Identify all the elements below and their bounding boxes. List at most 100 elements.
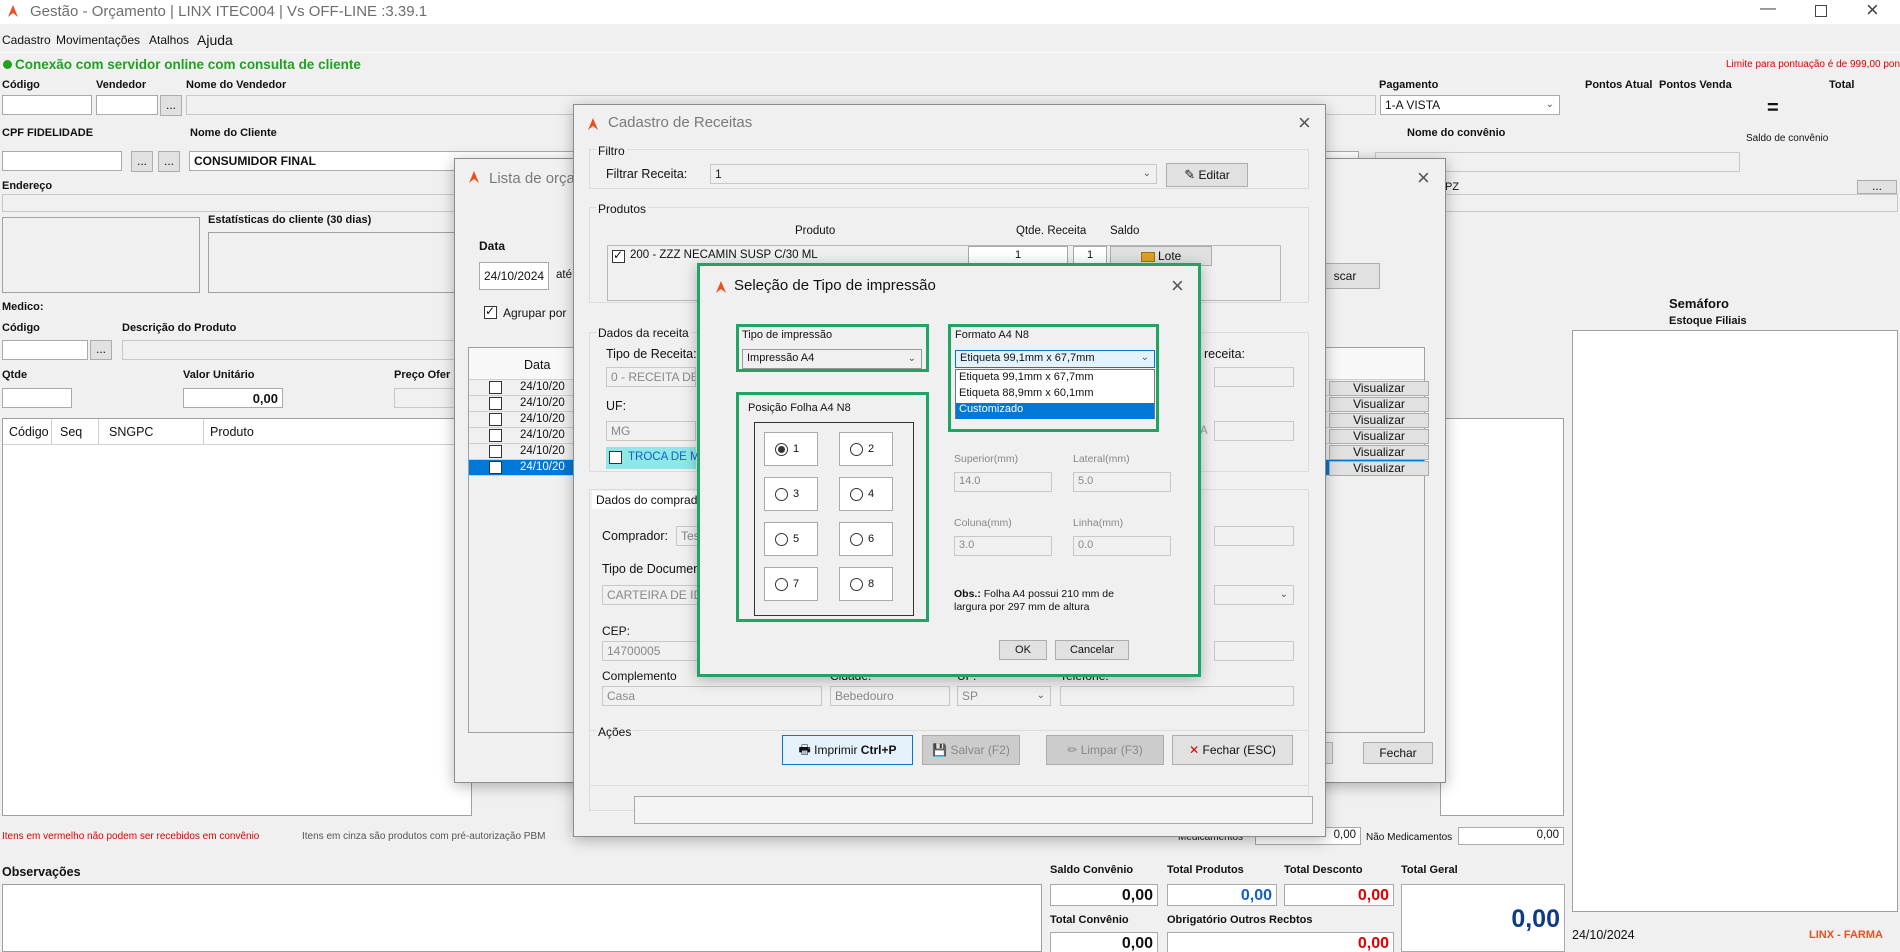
produto-checkbox[interactable] [612,248,625,263]
observacoes-textarea[interactable] [2,884,1042,952]
position-5[interactable]: 5 [764,522,818,556]
linha-field[interactable]: 0.0 [1073,536,1171,556]
cpf-input[interactable] [2,151,122,171]
chevron-down-icon: ⌄ [1036,690,1045,701]
vendedor-input[interactable] [96,95,158,115]
close-icon[interactable]: × [1417,167,1430,189]
col-qtde: Qtde. Receita [1016,225,1087,237]
uf-field[interactable]: MG [606,421,696,441]
position-1[interactable]: 1 [764,432,818,466]
position-7[interactable]: 7 [764,567,818,601]
close-icon[interactable]: × [1171,275,1184,297]
close-icon[interactable]: × [1298,112,1311,134]
produto-lookup-button[interactable]: ... [90,340,112,360]
codigo-produto-input[interactable] [2,340,88,360]
visualizar-button[interactable]: Visualizar [1329,445,1429,460]
lista-data-label: Data [479,239,506,253]
coluna-label: Coluna(mm) [954,517,1012,529]
formato-option-selected[interactable]: Customizado [956,403,1154,419]
qtde-input[interactable] [2,388,72,408]
cliente-lookup-button[interactable]: ... [158,151,180,172]
lista-fechar-button[interactable]: Fechar [1363,742,1433,764]
menu-movimentacoes[interactable]: Movimentações [56,33,140,47]
radio-7[interactable] [775,578,788,591]
pagamento-select[interactable]: 1-A VISTA ⌄ [1380,95,1560,115]
ok-button[interactable]: OK [999,640,1047,660]
lista-col-data[interactable]: Data [524,358,550,372]
grid-col-sngpc[interactable]: SNGPC [109,425,153,439]
position-6[interactable]: 6 [839,522,893,556]
superior-field[interactable]: 14.0 [954,472,1052,492]
position-4[interactable]: 4 [839,477,893,511]
radio-5[interactable] [775,533,788,546]
uf2-select[interactable]: SP ⌄ [957,686,1051,706]
imprimir-button[interactable]: 🖶 Imprimir Ctrl+P [782,735,913,765]
menu-atalhos[interactable]: Atalhos [149,33,189,47]
formato-select[interactable]: Etiqueta 99,1mm x 67,7mm ⌄ [955,350,1155,368]
position-3[interactable]: 3 [764,477,818,511]
agrupar-checkbox[interactable] [484,304,497,319]
row-checkbox[interactable] [489,413,502,426]
grid-col-seq[interactable]: Seq [60,425,82,439]
radio-8[interactable] [850,578,863,591]
troca-checkbox[interactable] [609,451,622,464]
position-8-label: 8 [868,578,875,590]
vendedor-lookup-button[interactable]: ... [160,95,182,116]
formato-option[interactable]: Etiqueta 99,1mm x 67,7mm [956,371,1154,387]
telefone-field[interactable] [1060,686,1294,706]
coluna-field[interactable]: 3.0 [954,536,1052,556]
radio-3[interactable] [775,488,788,501]
row-checkbox[interactable] [489,381,502,394]
row-checkbox[interactable] [489,445,502,458]
position-4-label: 4 [868,488,875,500]
radio-6[interactable] [850,533,863,546]
receita-field[interactable] [1214,367,1294,387]
filtrar-select[interactable]: 1 ⌄ [710,164,1157,184]
produto-value: 200 - ZZZ NECAMIN SUSP C/30 ML [630,249,818,261]
tipo-impressao-select[interactable]: Impressão A4 ⌄ [742,349,922,369]
lista-data-input[interactable]: 24/10/2024 [479,262,549,290]
nome-cliente-label: Nome do Cliente [190,127,277,139]
maximize-icon[interactable] [1815,5,1827,17]
row-checkbox[interactable] [489,461,502,474]
visualizar-button[interactable]: Visualizar [1329,381,1429,396]
endereco-lookup-button[interactable]: ... [1857,180,1897,194]
editar-button[interactable]: ✎ Editar [1166,163,1248,187]
menu-ajuda[interactable]: Ajuda [197,32,233,48]
qtde-label: Qtde [2,369,28,381]
radio-1[interactable] [775,443,788,456]
fechar-button[interactable]: ✕ Fechar (ESC) [1172,735,1293,765]
troca-box[interactable]: TROCA DE M [606,447,700,469]
complemento-field[interactable]: Casa [602,686,822,706]
visualizar-button[interactable]: Visualizar [1329,413,1429,428]
close-icon[interactable]: × [1866,0,1879,23]
codigo-input[interactable] [2,95,92,115]
cpf-lookup-button[interactable]: ... [131,151,153,172]
position-8[interactable]: 8 [839,567,893,601]
radio-2[interactable] [850,443,863,456]
valor-unit-field[interactable]: 0,00 [183,388,283,408]
lateral-field[interactable]: 5.0 [1073,472,1171,492]
formato-dropdown-list[interactable]: Etiqueta 99,1mm x 67,7mm Etiqueta 88,9mm… [955,369,1155,419]
visualizar-button[interactable]: Visualizar [1329,429,1429,444]
grid-col-codigo[interactable]: Código [9,425,49,439]
position-2[interactable]: 2 [839,432,893,466]
cidade-field[interactable]: Bebedouro [830,686,950,706]
grid-col-produto[interactable]: Produto [210,425,254,439]
radio-4[interactable] [850,488,863,501]
total-geral-field: 0,00 [1401,884,1565,952]
tipo-receita-field[interactable]: 0 - RECEITA DE [606,367,696,387]
visualizar-button[interactable]: Visualizar [1329,397,1429,412]
cep-field[interactable]: 14700005 [602,641,702,661]
minimize-icon[interactable]: — [1760,0,1776,18]
items-grid[interactable]: Código Seq SNGPC Produto [2,418,472,816]
row-checkbox[interactable] [489,397,502,410]
formato-option[interactable]: Etiqueta 88,9mm x 60,1mm [956,387,1154,403]
row-checkbox[interactable] [489,429,502,442]
menu-cadastro[interactable]: Cadastro [2,33,51,47]
salvar-button[interactable]: 💾 Salvar (F2) [922,735,1020,765]
cancelar-button[interactable]: Cancelar [1055,640,1129,660]
visualizar-button[interactable]: Visualizar [1329,461,1429,476]
tipo-doc-field[interactable]: CARTEIRA DE ID [602,585,702,605]
limpar-button[interactable]: ✏ Limpar (F3) [1046,735,1164,765]
